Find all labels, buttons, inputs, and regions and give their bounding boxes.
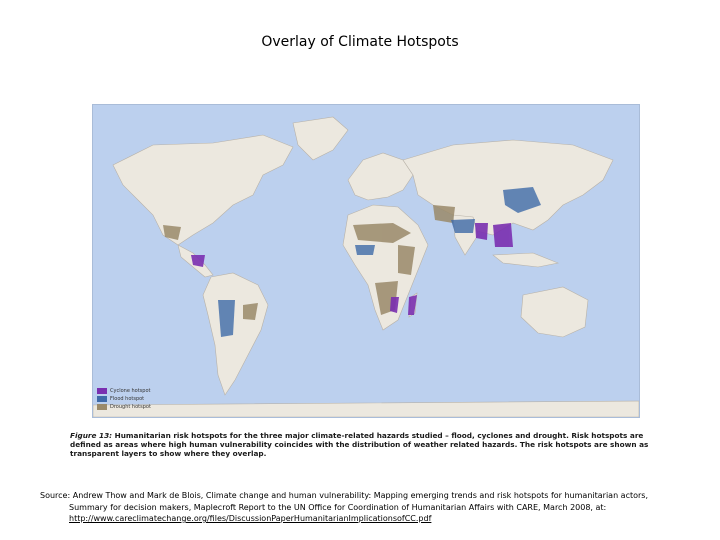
indonesia-landmass [492,252,560,268]
greenland-landmass [292,116,349,161]
figure-number: Figure 13: [70,431,113,440]
legend-swatch-drought [97,404,107,410]
world-map-svg [93,116,639,417]
asia-landmass [402,139,614,236]
south-america-landmass [202,272,269,396]
legend-item-cyclone: Cyclone hotspot [97,387,151,395]
flood-hotspot-south-asia [451,219,475,233]
australia-landmass [520,286,589,338]
source-citation: Source: Andrew Thow and Mark de Blois, C… [40,490,700,525]
legend-label-flood: Flood hotspot [110,396,145,402]
cyclone-hotspot-southeast-asia [493,223,513,247]
north-america-landmass [112,134,294,246]
figure-caption: Figure 13: Humanitarian risk hotspots fo… [70,431,660,458]
map-legend: Cyclone hotspot Flood hotspot Drought ho… [97,387,151,411]
source-link[interactable]: http://www.careclimatechange.org/files/D… [69,514,431,523]
legend-swatch-cyclone [97,388,107,394]
antarctica-landmass [93,400,639,417]
flood-hotspot-south-america [218,300,235,337]
page-title: Overlay of Climate Hotspots [261,34,459,50]
legend-label-cyclone: Cyclone hotspot [110,388,151,394]
drought-hotspot-mexico [163,225,181,240]
flood-hotspot-west-africa [355,245,375,255]
figure-caption-text: Humanitarian risk hotspots for the three… [70,431,649,458]
legend-label-drought: Drought hotspot [110,404,151,410]
source-line-1: Source: Andrew Thow and Mark de Blois, C… [40,491,649,500]
legend-swatch-flood [97,396,107,402]
cyclone-hotspot-bay-of-bengal [475,223,488,240]
legend-item-flood: Flood hotspot [97,395,151,403]
world-map: Cyclone hotspot Flood hotspot Drought ho… [92,104,640,418]
source-line-2: Summary for decision makers, Maplecroft … [69,502,607,512]
legend-item-drought: Drought hotspot [97,403,151,411]
